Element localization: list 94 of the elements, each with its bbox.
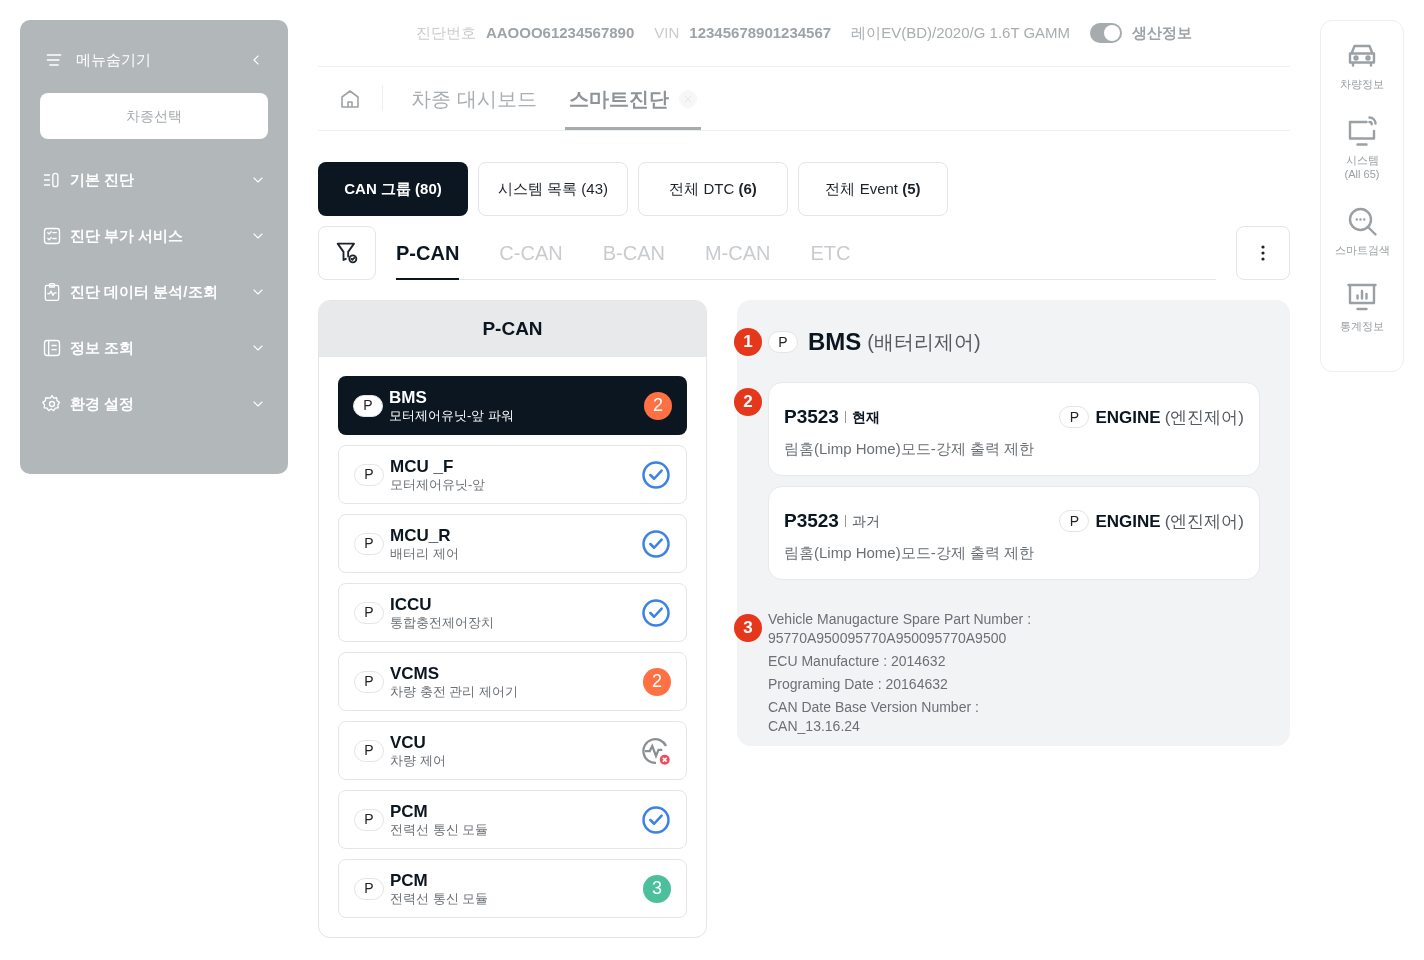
dtc-code: P3523: [784, 405, 839, 429]
quick-menu-label: 통계정보: [1340, 319, 1384, 333]
toggle-switch[interactable]: [1090, 23, 1123, 43]
more-button[interactable]: [1236, 226, 1290, 280]
quick-menu-item[interactable]: 스마트검색: [1334, 203, 1390, 257]
ecu-info-line: Programing Date : 20164632: [768, 675, 949, 694]
check-circle-icon: [641, 459, 671, 490]
page-tab[interactable]: 스마트진단: [564, 67, 701, 130]
system-name: VCMS: [390, 662, 441, 684]
quick-menu-item[interactable]: 통계정보: [1340, 279, 1384, 333]
system-description: 통합충전제어장치: [390, 615, 495, 632]
quick-menu-item[interactable]: 차량정보: [1340, 37, 1384, 91]
check-circle-icon: [641, 528, 671, 559]
system-description: 차량 제어: [390, 753, 447, 770]
diag-number: AAOOO61234567890: [485, 22, 635, 43]
system-description: 차량 충전 관리 제어기: [390, 684, 519, 701]
quick-menu-item[interactable]: 시스템 (All 65): [1344, 113, 1380, 181]
can-tab[interactable]: P-CAN: [396, 226, 460, 280]
system-name: VCU: [390, 731, 427, 753]
system-name: MCU _F: [390, 455, 455, 477]
signal-error-icon: [641, 735, 671, 766]
system-name: ICCU: [390, 593, 433, 615]
group-tab[interactable]: 전체 DTC (6): [638, 162, 788, 216]
menu-toggle-label[interactable]: 메뉴숨기기: [76, 48, 151, 72]
sidebar-item[interactable]: 정보 조회: [40, 337, 268, 359]
more-icon: [1261, 245, 1265, 261]
group-tab[interactable]: 시스템 목록 (43): [478, 162, 628, 216]
vehicle-model: 레이EV(BD)/2020/G 1.6T GAMM: [851, 22, 1071, 43]
p-badge: P: [354, 601, 384, 624]
p-badge: P: [354, 739, 384, 762]
vin-number: 12345678901234567: [689, 22, 832, 43]
dtc-system-subtitle: (엔진제어): [1164, 510, 1244, 533]
settings-icon: [42, 394, 62, 414]
p-badge: P: [353, 394, 383, 417]
page-tab[interactable]: 차종 대시보드: [407, 67, 541, 130]
quick-menu-label: 시스템: [1344, 153, 1380, 167]
clipboard-chart-icon: [42, 282, 62, 302]
sidebar-item[interactable]: 진단 부가 서비스: [40, 225, 268, 247]
dtc-system: ENGINE: [1095, 510, 1161, 533]
quick-menu-label: 차량정보: [1340, 77, 1384, 91]
p-badge: P: [354, 670, 384, 693]
p-badge: P: [1059, 406, 1090, 429]
toggle-label: 생산정보: [1132, 22, 1193, 43]
system-name: BMS: [389, 386, 428, 408]
check-circle-icon: [641, 804, 671, 835]
sidebar-item[interactable]: 기본 진단: [40, 169, 268, 191]
ecu-info-line: CAN Date Base Version Number : CAN_13.16.24: [768, 698, 980, 736]
dtc-description: 림홈(Limp Home)모드-강제 출력 제한: [784, 438, 1035, 459]
system-description: 모터제어유닛-앞 파워: [389, 408, 515, 425]
dtc-code: P3523: [784, 509, 839, 533]
step-marker: 1: [734, 328, 762, 356]
dtc-system-subtitle: (엔진제어): [1164, 406, 1244, 429]
dtc-card[interactable]: P3523 현재 P ENGINE (엔진제어) 림홈(Limp Home)모드-강제 출력 제한: [768, 382, 1260, 476]
sidebar-item[interactable]: 환경 설정: [40, 393, 268, 415]
group-tab[interactable]: 전체 Event (5): [798, 162, 948, 216]
quick-menu-label: (All 65): [1344, 167, 1380, 181]
p-badge: P: [354, 877, 384, 900]
document-icon: [42, 338, 62, 358]
close-icon[interactable]: [678, 89, 697, 108]
ecu-info-line: Vehicle Manugacture Spare Part Number : 95770A950095770A950095770A9500: [768, 610, 1033, 648]
system-description: 전력선 통신 모듈: [390, 891, 490, 908]
panel-header: P-CAN: [319, 301, 706, 357]
detail-title: BMS: [808, 327, 862, 357]
dtc-card[interactable]: P3523 과거 P ENGINE (엔진제어) 림홈(Limp Home)모드-강제 출력 제한: [768, 486, 1260, 580]
p-badge: P: [1059, 510, 1090, 533]
checklist-icon: [42, 226, 62, 246]
count-badge: 3: [643, 874, 671, 903]
dtc-description: 림홈(Limp Home)모드-강제 출력 제한: [784, 542, 1035, 563]
system-name: PCM: [390, 869, 429, 891]
system-description: 배터리 제어: [390, 546, 460, 563]
detail-subtitle: (배터리제어): [867, 330, 981, 355]
p-badge: P: [354, 808, 384, 831]
count-badge: 2: [644, 391, 672, 420]
count-badge: 2: [643, 667, 671, 696]
p-badge: P: [354, 463, 384, 486]
system-description: 전력선 통신 모듈: [390, 822, 490, 839]
vehicle-select-button[interactable]: 차종선택: [40, 93, 268, 139]
group-tab[interactable]: CAN 그룹 (80): [318, 162, 468, 216]
dtc-state: 현재: [851, 407, 880, 427]
p-badge: P: [768, 331, 798, 353]
step-marker: 2: [734, 388, 762, 416]
filter-button[interactable]: [318, 226, 376, 280]
step-marker: 3: [734, 614, 762, 642]
p-badge: P: [354, 532, 384, 555]
diagnosis-icon: [42, 170, 62, 190]
system-description: 모터제어유닛-앞: [390, 477, 487, 494]
check-circle-icon: [641, 597, 671, 628]
system-name: MCU_R: [390, 524, 452, 546]
ecu-info-line: ECU Manufacture : 2014632: [768, 652, 947, 671]
dtc-state: 과거: [851, 511, 880, 531]
system-name: PCM: [390, 800, 429, 822]
quick-menu-label: 스마트검색: [1334, 243, 1390, 257]
dtc-system: ENGINE: [1095, 406, 1161, 429]
sidebar-item[interactable]: 진단 데이터 분석/조회: [40, 281, 268, 303]
